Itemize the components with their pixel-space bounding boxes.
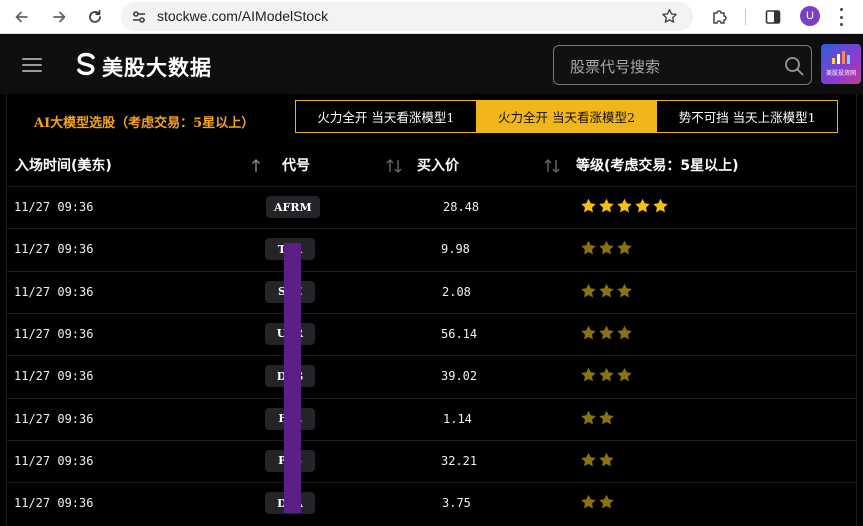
model-tabs: 火力全开 当天看涨模型1 火力全开 当天看涨模型2 势不可挡 当天上涨模型1 [295, 100, 838, 133]
extensions-button[interactable] [710, 7, 730, 27]
site-settings-icon[interactable] [131, 9, 147, 25]
star-rating [580, 197, 669, 214]
entry-time-cell: 11/27 09:36 [14, 284, 94, 299]
star-icon [653, 198, 668, 213]
logo-s-icon [77, 52, 95, 76]
star-icon [581, 325, 596, 340]
toolbar-divider [745, 9, 746, 25]
entry-time-cell: 11/27 09:36 [14, 200, 94, 214]
buy-price-cell: 3.75 [442, 496, 471, 511]
sort-both-icon[interactable] [386, 157, 402, 175]
bookmark-star-icon[interactable] [661, 8, 678, 25]
table-row[interactable] [6, 270, 857, 313]
stock-search-box[interactable]: 股票代号搜索 [553, 45, 812, 85]
column-header-grade[interactable]: 等级(考虑交易：5星以上) [576, 155, 739, 175]
star-icon [599, 494, 614, 509]
hamburger-menu-icon[interactable] [22, 58, 42, 72]
star-icon [581, 283, 596, 297]
tab-model-1[interactable]: 火力全开 当天看涨模型1 [296, 101, 477, 132]
table-row[interactable] [6, 439, 857, 482]
star-icon [617, 367, 632, 382]
forward-button[interactable] [49, 7, 69, 27]
buy-price-cell: 1.14 [443, 411, 472, 426]
star-icon [599, 325, 614, 340]
entry-time-cell: 11/27 09:36 [14, 242, 94, 257]
table-row[interactable] [6, 312, 857, 355]
profile-avatar[interactable]: U [800, 6, 820, 26]
sort-both-icon[interactable] [544, 157, 560, 175]
star-rating [580, 324, 633, 341]
browser-toolbar: stockwe.com/AIModelStock U [0, 0, 863, 34]
promo-label: 美股投资网 [825, 70, 856, 77]
star-icon [617, 198, 632, 213]
puzzle-icon [713, 10, 727, 24]
tab-model-2[interactable]: 火力全开 当天看涨模型2 [476, 101, 658, 132]
buy-price-cell: 39.02 [441, 369, 478, 384]
arrow-right-icon [53, 11, 66, 23]
star-icon [599, 367, 614, 382]
buy-price-cell: 2.08 [442, 284, 471, 299]
star-rating [580, 451, 615, 468]
side-panel-icon [765, 10, 781, 24]
star-icon [581, 410, 596, 424]
entry-time-cell: 11/27 09:36 [14, 326, 94, 341]
symbol-badge[interactable]: AFRM [266, 196, 320, 218]
star-rating [580, 409, 615, 426]
star-rating [580, 366, 633, 383]
reload-button[interactable] [85, 7, 105, 27]
side-panel-button[interactable] [763, 7, 783, 27]
star-rating [580, 239, 633, 256]
url-text[interactable]: stockwe.com/AIModelStock [157, 8, 328, 24]
table-row[interactable] [6, 482, 857, 524]
star-icon [635, 198, 650, 213]
table-row[interactable] [6, 228, 857, 270]
star-icon [599, 283, 614, 297]
ai-model-title: AI大模型选股（考虑交易：5星以上） [34, 116, 255, 131]
address-bar[interactable]: stockwe.com/AIModelStock [121, 2, 693, 31]
entry-time-cell: 11/27 09:36 [14, 453, 94, 468]
star-rating [580, 493, 615, 510]
entry-time-cell: 11/27 09:36 [14, 411, 94, 426]
buy-price-cell: 9.98 [441, 242, 470, 257]
star-icon [599, 240, 614, 255]
buy-price-cell: 56.14 [441, 326, 478, 341]
back-button[interactable] [12, 7, 32, 27]
table-row[interactable] [6, 186, 857, 228]
star-icon [599, 198, 614, 213]
arrow-left-icon [15, 11, 28, 23]
column-header-symbol[interactable]: 代号 [282, 155, 310, 175]
star-icon [617, 283, 632, 297]
promo-app-badge[interactable]: 美股投资网 [821, 44, 861, 84]
search-input[interactable]: 股票代号搜索 [570, 56, 660, 77]
star-icon [581, 367, 596, 382]
redaction-bar [284, 243, 301, 513]
entry-time-cell: 11/27 09:36 [14, 496, 94, 511]
search-icon[interactable] [783, 55, 805, 77]
buy-price-cell: 28.48 [443, 200, 480, 214]
buy-price-cell: 32.21 [441, 453, 478, 468]
browser-menu-icon[interactable] [838, 8, 844, 26]
star-icon [617, 240, 632, 255]
star-icon [617, 325, 632, 340]
entry-time-cell: 11/27 09:36 [14, 369, 94, 384]
column-header-time[interactable]: 入场时间(美东) [15, 155, 112, 175]
app-header: 美股大数据 股票代号搜索 美股投资网 [0, 34, 863, 94]
table-row[interactable] [6, 355, 857, 397]
star-icon [599, 452, 614, 467]
column-header-price[interactable]: 买入价 [417, 155, 459, 175]
tab-model-3[interactable]: 势不可挡 当天上涨模型1 [657, 101, 837, 132]
reload-icon [89, 9, 101, 23]
logo-text[interactable]: 美股大数据 [102, 52, 212, 82]
sort-up-icon[interactable] [251, 157, 261, 175]
star-icon [599, 410, 614, 424]
star-icon [581, 452, 596, 467]
star-rating [580, 282, 633, 299]
chart-logo-icon [832, 51, 850, 64]
star-icon [581, 240, 596, 255]
app-window: stockwe.com/AIModelStock U 美股大数据 股票代号搜索 … [0, 0, 863, 526]
table-row[interactable] [6, 397, 857, 440]
star-icon [581, 494, 596, 509]
star-icon [581, 198, 596, 213]
